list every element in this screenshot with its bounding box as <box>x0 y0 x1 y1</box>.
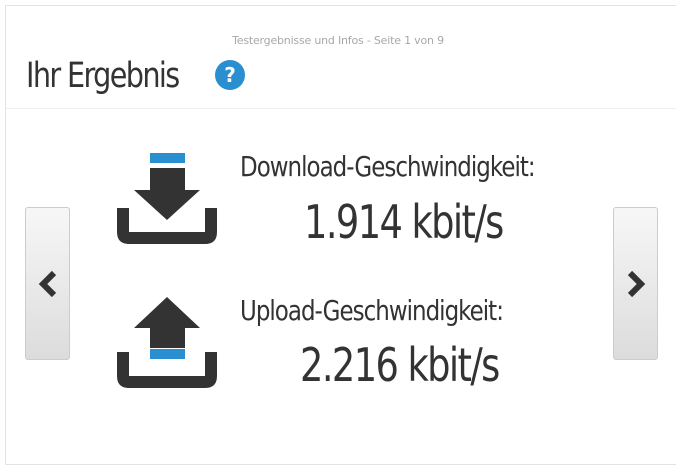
header-divider <box>6 108 676 109</box>
question-circle-icon[interactable]: ? <box>215 60 245 90</box>
previous-page-button[interactable] <box>25 207 70 360</box>
title-row: Ihr Ergebnis ? <box>26 54 245 98</box>
chevron-left-icon <box>38 270 56 297</box>
upload-label: Upload-Geschwindigkeit: <box>240 294 504 327</box>
download-value: 1.914 kbit/s <box>304 195 504 249</box>
download-label: Download-Geschwindigkeit: <box>240 150 536 183</box>
next-page-button[interactable] <box>613 207 658 360</box>
chevron-right-icon <box>627 270 645 297</box>
page-title: Ihr Ergebnis <box>26 56 180 96</box>
upload-icon <box>117 297 217 388</box>
page-indicator: Testergebnisse und Infos - Seite 1 von 9 <box>232 34 444 47</box>
upload-value: 2.216 kbit/s <box>300 338 500 392</box>
download-icon <box>117 153 217 244</box>
